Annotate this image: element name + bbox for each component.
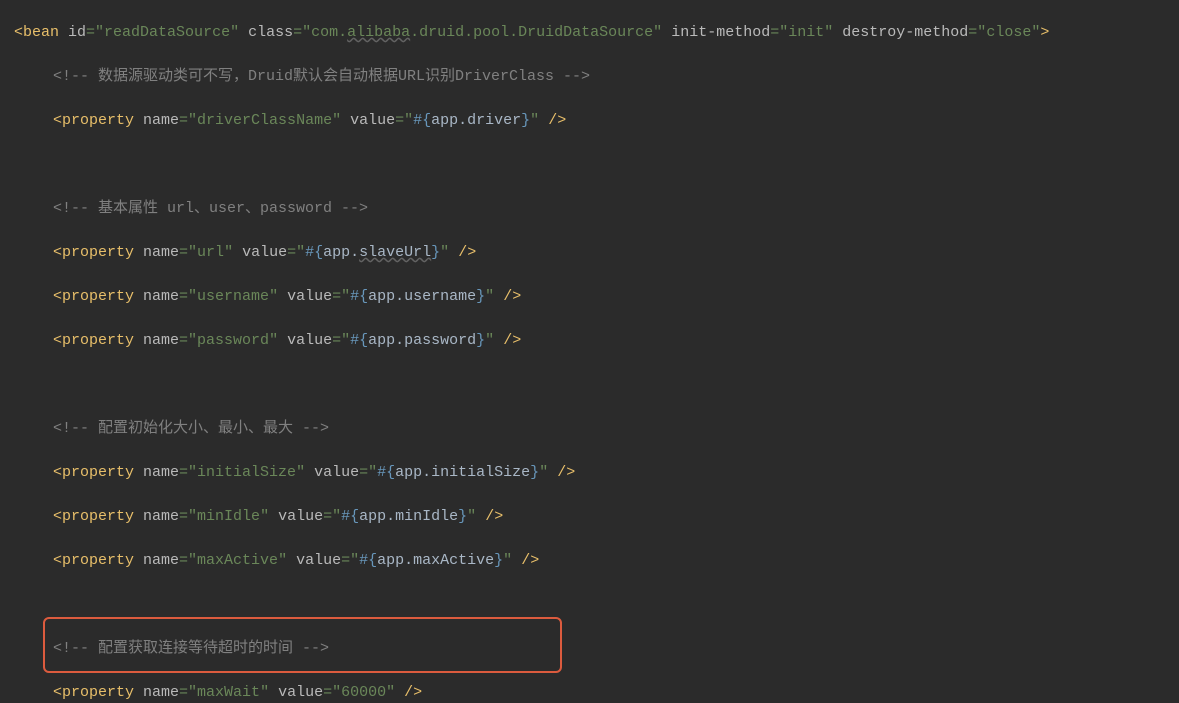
- comment: <!-- 配置获取连接等待超时的时间 -->: [0, 638, 1179, 660]
- property-password: <property name="password" value="#{app.p…: [0, 330, 1179, 352]
- property-maxWait: <property name="maxWait" value="60000" /…: [0, 682, 1179, 703]
- property-initialSize: <property name="initialSize" value="#{ap…: [0, 462, 1179, 484]
- property-username: <property name="username" value="#{app.u…: [0, 286, 1179, 308]
- code-block: <bean id="readDataSource" class="com.ali…: [0, 0, 1179, 703]
- blank: [0, 594, 1179, 616]
- property-maxActive: <property name="maxActive" value="#{app.…: [0, 550, 1179, 572]
- property-url: <property name="url" value="#{app.slaveU…: [0, 242, 1179, 264]
- comment: <!-- 配置初始化大小、最小、最大 -->: [0, 418, 1179, 440]
- blank: [0, 374, 1179, 396]
- property-driverClassName: <property name="driverClassName" value="…: [0, 110, 1179, 132]
- comment: <!-- 基本属性 url、user、password -->: [0, 198, 1179, 220]
- bean-open: <bean id="readDataSource" class="com.ali…: [0, 22, 1179, 44]
- comment: <!-- 数据源驱动类可不写，Druid默认会自动根据URL识别DriverCl…: [0, 66, 1179, 88]
- blank: [0, 154, 1179, 176]
- property-minIdle: <property name="minIdle" value="#{app.mi…: [0, 506, 1179, 528]
